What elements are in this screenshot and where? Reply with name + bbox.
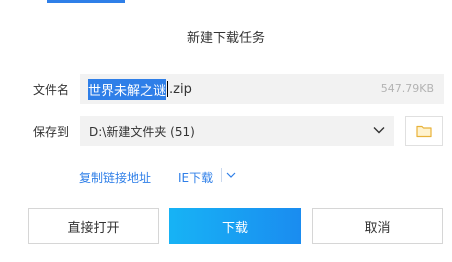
save-to-label: 保存到 — [33, 125, 70, 139]
save-path-select[interactable]: D:\新建文件夹 (51) — [80, 116, 394, 146]
ie-download-link[interactable]: IE下载 — [178, 169, 213, 186]
download-button[interactable]: 下载 — [169, 208, 301, 244]
save-path-value: D:\新建文件夹 (51) — [89, 124, 195, 139]
filename-extension: .zip — [169, 81, 192, 97]
link-divider — [221, 168, 222, 182]
open-directly-button[interactable]: 直接打开 — [28, 208, 159, 244]
top-accent-segment — [47, 0, 125, 3]
browse-folder-button[interactable] — [405, 116, 443, 146]
top-accent-bar — [0, 0, 452, 3]
text-cursor — [167, 81, 169, 97]
cancel-button[interactable]: 取消 — [312, 208, 443, 244]
ie-download-chevron-down-icon[interactable] — [226, 170, 236, 180]
filename-value: 世界未解之谜 .zip — [88, 78, 192, 100]
folder-icon — [416, 125, 432, 138]
filename-label: 文件名 — [33, 83, 70, 97]
filename-selected-text: 世界未解之谜 — [88, 78, 167, 100]
chevron-down-icon[interactable] — [372, 123, 386, 137]
dialog-title: 新建下载任务 — [186, 31, 265, 46]
filename-input[interactable]: 世界未解之谜 .zip 547.79KB — [80, 74, 444, 104]
copy-link-address-link[interactable]: 复制链接地址 — [79, 169, 151, 186]
file-size: 547.79KB — [380, 82, 434, 95]
